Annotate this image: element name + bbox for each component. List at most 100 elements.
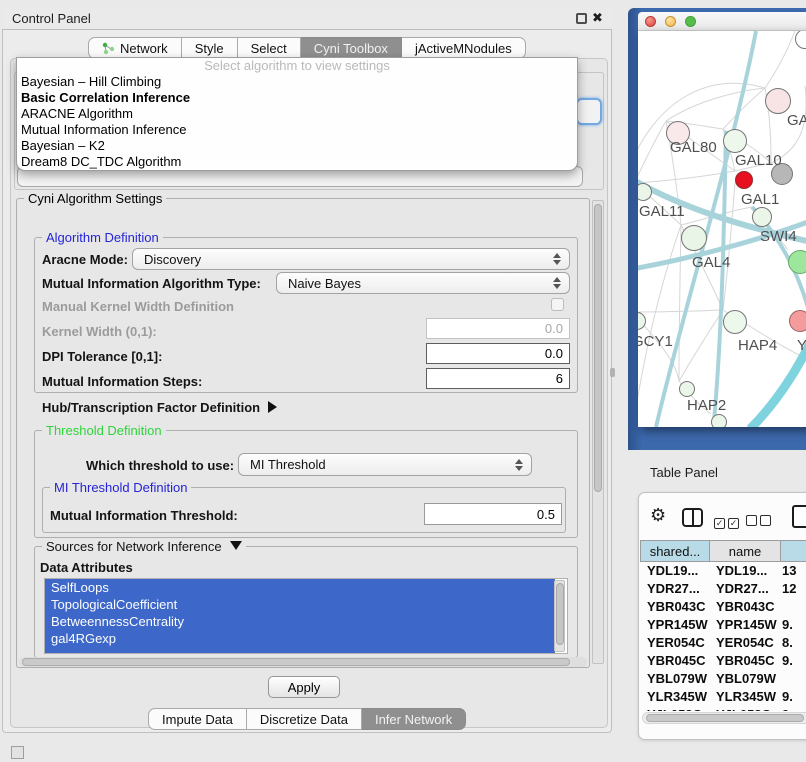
data-attributes-label: Data Attributes xyxy=(40,560,133,575)
table-row[interactable]: YPR145W YPR145W 9. xyxy=(640,616,806,634)
cell-name: YJL052C xyxy=(710,706,778,711)
gear-icon[interactable]: ⚙ xyxy=(650,505,666,526)
network-node[interactable] xyxy=(723,310,747,334)
table-header-row: shared... name xyxy=(640,540,806,562)
manual-kernel-checkbox[interactable] xyxy=(551,298,564,311)
algorithm-option[interactable]: Basic Correlation Inference xyxy=(17,90,577,106)
table-row[interactable]: YBR045C YBR045C 9. xyxy=(640,652,806,670)
deselect-all-columns-icon[interactable] xyxy=(746,513,774,531)
node-label: GAL11 xyxy=(639,203,685,220)
settings-scrollbar-thumb[interactable] xyxy=(594,204,602,492)
cell-value: 13 xyxy=(778,562,796,580)
panel-divider-grip[interactable] xyxy=(610,368,615,377)
attribute-list-item[interactable] xyxy=(45,647,555,654)
tab-network-label: Network xyxy=(120,41,168,56)
column-header-name[interactable]: name xyxy=(710,540,781,562)
table-row[interactable]: YBR043C YBR043C xyxy=(640,598,806,616)
close-traffic-light-icon[interactable] xyxy=(645,16,656,27)
mi-type-combobox[interactable]: Naive Bayes xyxy=(276,272,570,294)
tab-cyni-toolbox[interactable]: Cyni Toolbox xyxy=(301,37,402,59)
table-horizontal-scrollbar[interactable] xyxy=(642,712,806,724)
tab-jactivemnodules[interactable]: jActiveMNodules xyxy=(402,37,526,59)
tab-style[interactable]: Style xyxy=(182,37,238,59)
node-label: GAL4 xyxy=(692,254,730,271)
expanded-arrow-icon[interactable] xyxy=(230,541,242,550)
combo-spinner-icon xyxy=(553,277,561,289)
select-all-columns-icon[interactable]: ✓✓ xyxy=(714,513,742,531)
attributes-scrollbar[interactable] xyxy=(554,580,565,652)
table-hscrollbar-thumb[interactable] xyxy=(646,714,804,722)
sources-group-title[interactable]: Sources for Network Inference xyxy=(42,539,246,554)
node-label: Y xyxy=(797,337,806,354)
network-node[interactable] xyxy=(788,250,806,274)
network-node[interactable] xyxy=(765,88,791,114)
column-header-partial[interactable] xyxy=(781,540,806,562)
network-node[interactable] xyxy=(679,381,695,397)
node-label: HAP4 xyxy=(738,337,777,354)
mi-steps-field[interactable] xyxy=(426,368,570,389)
dpi-tolerance-label: DPI Tolerance [0,1]: xyxy=(42,349,162,364)
network-node[interactable] xyxy=(723,129,747,153)
minimize-traffic-light-icon[interactable] xyxy=(665,16,676,27)
column-header-shared[interactable]: shared... xyxy=(640,540,710,562)
new-table-icon[interactable] xyxy=(792,505,806,528)
node-label: GAL1 xyxy=(741,191,779,208)
cell-value: 9 xyxy=(778,706,789,711)
cell-value xyxy=(778,598,782,616)
algorithm-select-combobox[interactable] xyxy=(576,98,602,125)
algorithm-option[interactable]: Mutual Information Inference xyxy=(17,122,577,138)
aracne-mode-label: Aracne Mode: xyxy=(42,252,128,267)
table-row[interactable]: YLR345W YLR345W 9. xyxy=(640,688,806,706)
attribute-list-item[interactable]: BetweennessCentrality xyxy=(45,613,555,630)
network-node[interactable] xyxy=(789,310,806,332)
float-window-icon[interactable] xyxy=(576,13,587,24)
network-node[interactable] xyxy=(711,414,727,427)
attribute-list-item[interactable]: gal4RGexp xyxy=(45,630,555,647)
mi-threshold-group-title: MI Threshold Definition xyxy=(50,480,191,495)
tab-discretize-data[interactable]: Discretize Data xyxy=(247,708,362,730)
cell-value: 9. xyxy=(778,616,793,634)
attribute-list-item[interactable]: TopologicalCoefficient xyxy=(45,596,555,613)
column-layout-icon[interactable] xyxy=(682,508,703,527)
tab-select[interactable]: Select xyxy=(238,37,301,59)
tab-infer-network-label: Infer Network xyxy=(375,712,452,727)
mi-steps-label: Mutual Information Steps: xyxy=(42,374,202,389)
dpi-tolerance-field[interactable] xyxy=(426,343,570,364)
cell-shared-name: YER054C xyxy=(640,634,710,652)
attributes-scrollbar-thumb[interactable] xyxy=(556,583,564,645)
table-row[interactable]: YBL079W YBL079W xyxy=(640,670,806,688)
settings-hscrollbar-thumb[interactable] xyxy=(22,658,570,666)
which-threshold-combobox[interactable]: MI Threshold xyxy=(238,453,532,476)
bottom-left-grip[interactable] xyxy=(11,746,24,759)
network-canvas[interactable]: GAL GAL80 GAL10 GAL1 GAL11 SWI4 GAL4 GCY… xyxy=(638,31,806,427)
table-row[interactable]: YDR27... YDR27... 12 xyxy=(640,580,806,598)
attribute-list-item[interactable]: SelfLoops xyxy=(45,579,555,596)
collapsed-arrow-icon[interactable] xyxy=(268,401,277,413)
settings-horizontal-scrollbar[interactable] xyxy=(19,657,587,667)
table-row[interactable]: YJL052C YJL052C 9 xyxy=(640,706,806,711)
close-icon[interactable]: ✖ xyxy=(592,10,603,26)
network-node[interactable] xyxy=(752,207,772,227)
mi-threshold-field[interactable] xyxy=(424,503,562,525)
tab-impute-data[interactable]: Impute Data xyxy=(148,708,247,730)
node-label: GAL10 xyxy=(735,152,782,169)
tab-infer-network[interactable]: Infer Network xyxy=(362,708,466,730)
aracne-mode-value: Discovery xyxy=(144,252,201,267)
algorithm-option[interactable]: Bayesian – K2 xyxy=(17,138,577,154)
tab-network[interactable]: Network xyxy=(88,37,182,59)
network-node[interactable] xyxy=(681,225,707,251)
algorithm-option[interactable]: Bayesian – Hill Climbing xyxy=(17,74,577,90)
algorithm-option[interactable]: ARACNE Algorithm xyxy=(17,106,577,122)
apply-button[interactable]: Apply xyxy=(268,676,340,698)
aracne-mode-combobox[interactable]: Discovery xyxy=(132,248,570,270)
kernel-width-field[interactable] xyxy=(426,318,570,339)
settings-vertical-scrollbar[interactable] xyxy=(592,200,604,664)
algorithm-option[interactable]: Dream8 DC_TDC Algorithm xyxy=(17,154,577,170)
table-row[interactable]: YDL19... YDL19... 13 xyxy=(640,562,806,580)
network-node[interactable] xyxy=(735,171,753,189)
tab-discretize-data-label: Discretize Data xyxy=(260,712,348,727)
zoom-traffic-light-icon[interactable] xyxy=(685,16,696,27)
manual-kernel-label: Manual Kernel Width Definition xyxy=(42,299,234,314)
hub-section-toggle[interactable]: Hub/Transcription Factor Definition xyxy=(42,400,277,415)
table-row[interactable]: YER054C YER054C 8. xyxy=(640,634,806,652)
